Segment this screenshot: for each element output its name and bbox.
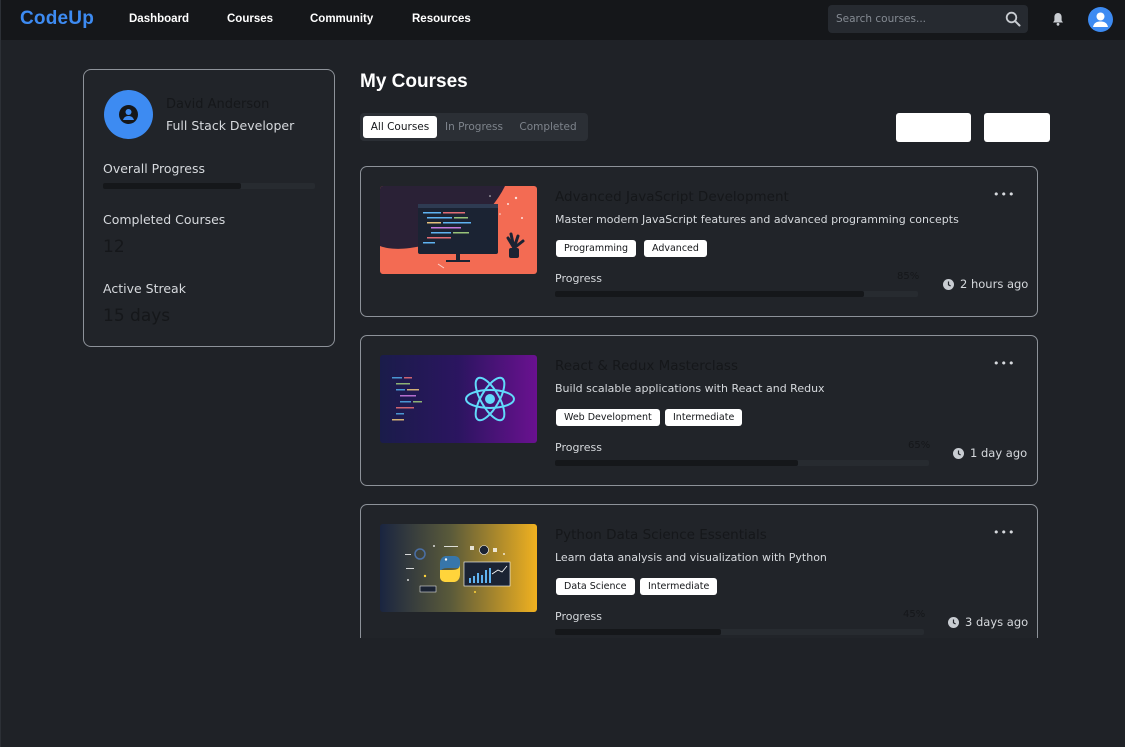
brand-logo[interactable]: CodeUp [20,8,94,30]
course-tag[interactable]: Advanced [644,240,707,257]
course-list: Advanced JavaScript Development Master m… [360,166,1040,638]
course-progress-bar [555,629,924,635]
nav-link-community[interactable]: Community [310,13,373,25]
more-options-icon[interactable]: ••• [993,189,1014,201]
search-input[interactable] [828,5,998,33]
course-tag[interactable]: Programming [556,240,637,257]
course-card[interactable]: Advanced JavaScript Development Master m… [360,166,1038,317]
tab-in-progress[interactable]: In Progress [439,116,509,138]
course-progress-fill [555,629,722,635]
course-thumbnail [380,355,537,443]
user-icon [1093,12,1108,27]
top-navbar: CodeUp Dashboard Courses Community Resou… [1,0,1125,40]
page-title: My Courses [360,71,468,92]
course-progress-fill [555,291,864,297]
overall-progress-label: Overall Progress [103,161,205,176]
progress-percent: 65% [908,440,931,451]
last-accessed: 2 hours ago [943,277,1028,291]
last-accessed: 1 day ago [953,446,1027,460]
filter-button[interactable] [896,113,971,142]
course-description: Build scalable applications with React a… [555,382,825,395]
clock-icon [943,279,954,290]
course-progress-fill [555,460,799,466]
profile-role: Full Stack Developer [166,118,295,133]
course-card[interactable]: React & Redux Masterclass Build scalable… [360,335,1038,486]
tab-all-courses[interactable]: All Courses [363,116,437,138]
course-title[interactable]: React & Redux Masterclass [555,358,738,374]
last-accessed: 3 days ago [948,615,1028,629]
search-box [828,5,1028,33]
user-circle-icon [119,105,138,124]
course-thumbnail [380,524,537,612]
profile-name: David Anderson [166,97,270,112]
progress-percent: 85% [897,271,920,282]
course-card[interactable]: Python Data Science Essentials Learn dat… [360,504,1038,638]
more-options-icon[interactable]: ••• [993,527,1014,539]
completed-courses-value: 12 [103,237,125,257]
progress-percent: 45% [903,609,926,620]
clock-icon [948,617,959,628]
course-tag[interactable]: Web Development [556,409,660,426]
active-streak-label: Active Streak [103,281,186,296]
course-tag[interactable]: Intermediate [640,578,718,595]
javascript-illustration [380,186,537,274]
sort-button[interactable] [984,113,1050,142]
user-avatar-button[interactable] [1088,7,1113,32]
nav-link-dashboard[interactable]: Dashboard [129,13,189,25]
profile-card: David Anderson Full Stack Developer Over… [83,69,335,347]
more-options-icon[interactable]: ••• [993,358,1014,370]
progress-label: Progress [555,272,602,285]
course-description: Master modern JavaScript features and ad… [555,213,959,226]
course-title[interactable]: Advanced JavaScript Development [555,189,789,205]
course-tag[interactable]: Intermediate [665,409,743,426]
overall-progress-fill [103,183,241,189]
search-icon[interactable] [1005,11,1021,27]
nav-link-resources[interactable]: Resources [412,13,471,25]
progress-label: Progress [555,610,602,623]
time-ago-text: 1 day ago [970,446,1028,460]
time-ago-text: 3 days ago [965,615,1029,629]
clock-icon [953,448,964,459]
course-thumbnail [380,186,537,274]
python-illustration [380,524,537,612]
course-progress-bar [555,460,929,466]
progress-label: Progress [555,441,602,454]
nav-link-courses[interactable]: Courses [227,13,273,25]
completed-courses-label: Completed Courses [103,212,226,227]
active-streak-value: 15 days [103,306,171,326]
course-progress-bar [555,291,918,297]
overall-progress-bar [103,183,315,189]
course-tabs: All Courses In Progress Completed [360,113,588,141]
profile-avatar [104,90,153,139]
time-ago-text: 2 hours ago [960,277,1029,291]
bell-icon[interactable] [1052,12,1064,26]
react-illustration [380,355,537,443]
tab-completed[interactable]: Completed [511,116,585,138]
course-description: Learn data analysis and visualization wi… [555,551,827,564]
course-tag[interactable]: Data Science [556,578,635,595]
course-title[interactable]: Python Data Science Essentials [555,527,767,543]
